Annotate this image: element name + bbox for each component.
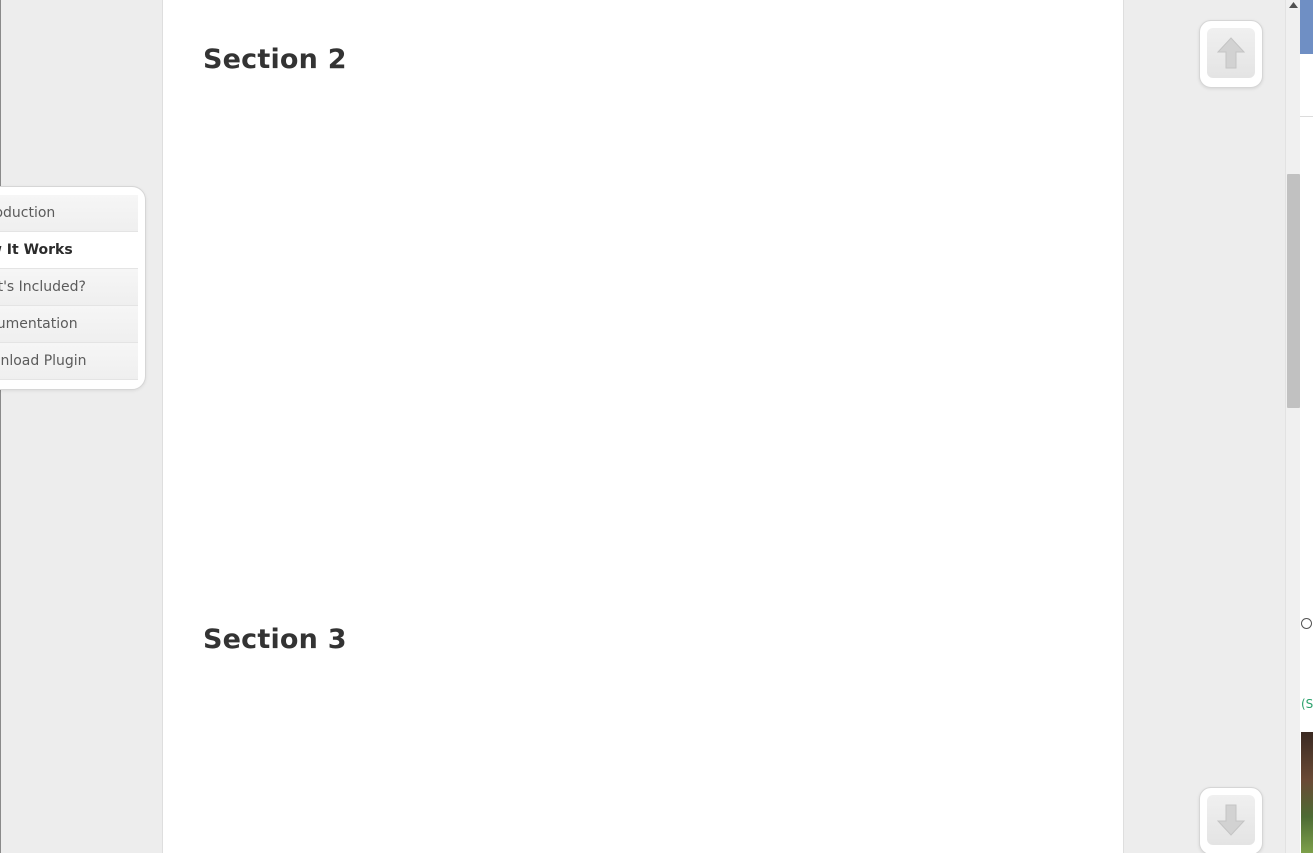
nav-item-whats-included[interactable]: at's Included? — [0, 269, 138, 306]
scroll-down-button[interactable] — [1199, 787, 1263, 853]
nav-item-label: roduction — [0, 205, 56, 221]
side-nav-list: roduction w It Works at's Included? cume… — [0, 195, 138, 380]
scrollbar-up-arrow-icon[interactable] — [1286, 0, 1301, 10]
nav-item-label: at's Included? — [0, 279, 86, 295]
nav-item-documentation[interactable]: cumentation — [0, 306, 138, 343]
nav-item-label: cumentation — [0, 316, 78, 332]
triangle-up-icon — [1289, 2, 1298, 8]
nav-item-introduction[interactable]: roduction — [0, 195, 138, 232]
nav-item-how-it-works[interactable]: w It Works — [0, 232, 138, 269]
background-text-fragment: (S — [1301, 697, 1313, 711]
section-3-heading: Section 3 — [203, 624, 347, 655]
nav-item-download-plugin[interactable]: wnload Plugin — [0, 343, 138, 380]
background-divider — [1300, 116, 1313, 117]
arrow-up-icon — [1216, 37, 1246, 69]
section-2-heading: Section 2 — [203, 44, 347, 75]
page-scrollbar[interactable] — [1285, 0, 1301, 853]
background-photo-fragment — [1301, 732, 1313, 853]
side-navigation: roduction w It Works at's Included? cume… — [0, 186, 146, 390]
scroll-up-button[interactable] — [1199, 20, 1263, 88]
circle-icon — [1301, 618, 1312, 629]
nav-item-label: wnload Plugin — [0, 353, 87, 369]
content-panel: Section 2 Section 3 — [162, 0, 1124, 853]
scroll-up-button-face — [1207, 28, 1255, 78]
scrollbar-thumb[interactable] — [1287, 174, 1300, 408]
background-header-fragment — [1300, 0, 1313, 54]
arrow-down-icon — [1216, 804, 1246, 836]
background-window-strip: (S — [1300, 0, 1313, 853]
window-left-edge — [0, 0, 1, 853]
scroll-down-button-face — [1207, 795, 1255, 845]
page-viewport: Section 2 Section 3 roduction w It Works… — [0, 0, 1285, 853]
nav-item-label: w It Works — [0, 242, 73, 258]
